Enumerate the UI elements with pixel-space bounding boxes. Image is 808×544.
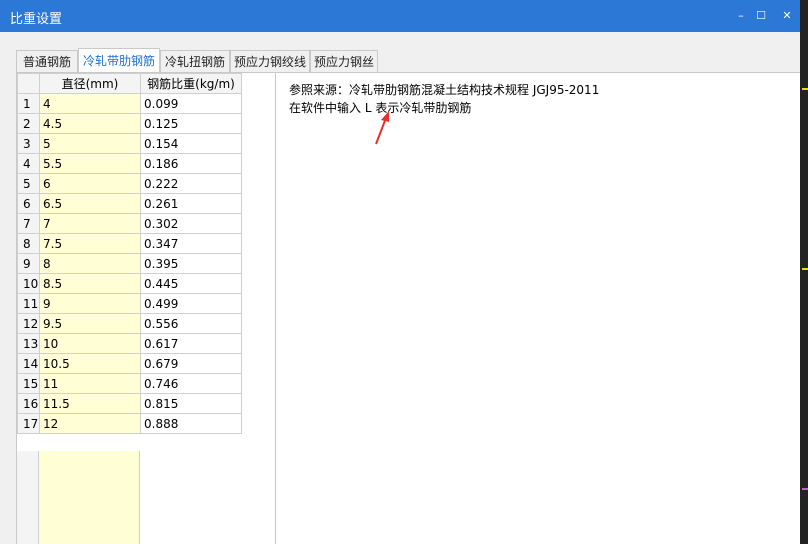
row-number-cell: 5 — [17, 173, 40, 194]
tab-prestressed-strand[interactable]: 预应力钢绞线 — [230, 50, 310, 72]
diameter-cell[interactable]: 7 — [39, 213, 141, 234]
tab-prestressed-wire[interactable]: 预应力钢丝 — [310, 50, 378, 72]
table-row[interactable]: 16 11.5 0.815 — [17, 393, 242, 414]
table-row[interactable]: 12 9.5 0.556 — [17, 313, 242, 334]
weight-cell[interactable]: 0.556 — [140, 313, 242, 334]
table-row[interactable]: 9 8 0.395 — [17, 253, 242, 274]
row-number-cell: 15 — [17, 373, 40, 394]
row-number-cell: 11 — [17, 293, 40, 314]
row-number-cell: 2 — [17, 113, 40, 134]
row-number-cell: 13 — [17, 333, 40, 354]
table-header-row: 直径(mm) 钢筋比重(kg/m) — [17, 73, 242, 94]
weight-cell[interactable]: 0.746 — [140, 373, 242, 394]
table-row[interactable]: 14 10.5 0.679 — [17, 353, 242, 374]
row-number-cell: 6 — [17, 193, 40, 214]
tab-plain-rebar[interactable]: 普通钢筋 — [16, 50, 78, 72]
minimize-button[interactable]: – — [730, 6, 752, 26]
diameter-cell[interactable]: 6 — [39, 173, 141, 194]
diameter-cell[interactable]: 7.5 — [39, 233, 141, 254]
diameter-cell[interactable]: 11 — [39, 373, 141, 394]
table-row[interactable]: 11 9 0.499 — [17, 293, 242, 314]
table-row[interactable]: 4 5.5 0.186 — [17, 153, 242, 174]
row-number-cell: 8 — [17, 233, 40, 254]
table-row[interactable]: 7 7 0.302 — [17, 213, 242, 234]
row-number-cell: 10 — [17, 273, 40, 294]
table-row[interactable]: 17 12 0.888 — [17, 413, 242, 434]
table-row[interactable]: 15 11 0.746 — [17, 373, 242, 394]
weight-cell[interactable]: 0.617 — [140, 333, 242, 354]
diameter-cell[interactable]: 10 — [39, 333, 141, 354]
table-row[interactable]: 1 4 0.099 — [17, 93, 242, 114]
diameter-cell[interactable]: 9.5 — [39, 313, 141, 334]
weight-cell[interactable]: 0.154 — [140, 133, 242, 154]
diameter-cell[interactable]: 5.5 — [39, 153, 141, 174]
weight-cell[interactable]: 0.302 — [140, 213, 242, 234]
table-row[interactable]: 8 7.5 0.347 — [17, 233, 242, 254]
table-row[interactable]: 6 6.5 0.261 — [17, 193, 242, 214]
diameter-cell[interactable]: 8 — [39, 253, 141, 274]
window-title: 比重设置 — [10, 12, 63, 27]
weight-cell[interactable]: 0.815 — [140, 393, 242, 414]
column-header-weight[interactable]: 钢筋比重(kg/m) — [140, 73, 242, 94]
row-number-cell: 4 — [17, 153, 40, 174]
tab-cold-rolled-ribbed[interactable]: 冷轧带肋钢筋 — [78, 48, 160, 73]
diameter-cell[interactable]: 5 — [39, 133, 141, 154]
weight-cell[interactable]: 0.347 — [140, 233, 242, 254]
column-header-diameter[interactable]: 直径(mm) — [39, 73, 141, 94]
row-number-cell: 3 — [17, 133, 40, 154]
maximize-button[interactable]: ☐ — [750, 6, 772, 26]
diameter-cell[interactable]: 4 — [39, 93, 141, 114]
background-mark — [802, 88, 808, 90]
tab-content: 直径(mm) 钢筋比重(kg/m) 1 4 0.099 2 4.5 0.125 3 5 0.15… — [16, 72, 800, 544]
diameter-column-filler — [39, 451, 140, 544]
table-row[interactable]: 10 8.5 0.445 — [17, 273, 242, 294]
row-number-header — [17, 73, 40, 94]
row-number-cell: 17 — [17, 413, 40, 434]
row-number-cell: 14 — [17, 353, 40, 374]
diameter-cell[interactable]: 4.5 — [39, 113, 141, 134]
table-row[interactable]: 2 4.5 0.125 — [17, 113, 242, 134]
weight-cell[interactable]: 0.099 — [140, 93, 242, 114]
weight-cell[interactable]: 0.222 — [140, 173, 242, 194]
input-hint-text: 在软件中输入 L 表示冷轧带肋钢筋 — [289, 101, 472, 115]
row-number-cell: 9 — [17, 253, 40, 274]
row-number-cell: 7 — [17, 213, 40, 234]
diameter-cell[interactable]: 6.5 — [39, 193, 141, 214]
weight-cell[interactable]: 0.261 — [140, 193, 242, 214]
tab-cold-rolled-twisted[interactable]: 冷轧扭钢筋 — [160, 50, 230, 72]
background-mark — [802, 488, 808, 490]
reference-notes: 参照来源：冷轧带肋钢筋混凝土结构技术规程 JGJ95-2011 在软件中输入 L… — [289, 81, 599, 117]
row-header-filler — [17, 451, 39, 544]
weight-cell[interactable]: 0.395 — [140, 253, 242, 274]
diameter-cell[interactable]: 9 — [39, 293, 141, 314]
close-button[interactable]: ✕ — [776, 6, 798, 26]
background-mark — [802, 268, 808, 270]
weight-cell[interactable]: 0.186 — [140, 153, 242, 174]
background-edge — [800, 0, 808, 544]
table-row[interactable]: 3 5 0.154 — [17, 133, 242, 154]
table-row[interactable]: 5 6 0.222 — [17, 173, 242, 194]
weight-cell[interactable]: 0.679 — [140, 353, 242, 374]
diameter-cell[interactable]: 8.5 — [39, 273, 141, 294]
title-bar[interactable]: 比重设置 – ☐ ✕ — [0, 0, 800, 32]
row-number-cell: 12 — [17, 313, 40, 334]
row-number-cell: 1 — [17, 93, 40, 114]
diameter-cell[interactable]: 11.5 — [39, 393, 141, 414]
annotation-arrow-icon — [375, 111, 389, 145]
weight-cell[interactable]: 0.445 — [140, 273, 242, 294]
table-row[interactable]: 13 10 0.617 — [17, 333, 242, 354]
weight-cell[interactable]: 0.125 — [140, 113, 242, 134]
weight-grid-pane: 直径(mm) 钢筋比重(kg/m) 1 4 0.099 2 4.5 0.125 3 5 0.15… — [17, 73, 276, 544]
weight-table: 直径(mm) 钢筋比重(kg/m) 1 4 0.099 2 4.5 0.125 3 5 0.15… — [17, 73, 242, 434]
diameter-cell[interactable]: 10.5 — [39, 353, 141, 374]
weight-cell[interactable]: 0.888 — [140, 413, 242, 434]
row-number-cell: 16 — [17, 393, 40, 414]
diameter-cell[interactable]: 12 — [39, 413, 141, 434]
reference-source-text: 参照来源：冷轧带肋钢筋混凝土结构技术规程 JGJ95-2011 — [289, 83, 600, 97]
weight-cell[interactable]: 0.499 — [140, 293, 242, 314]
settings-dialog: 比重设置 – ☐ ✕ 普通钢筋 冷轧带肋钢筋 冷轧扭钢筋 预应力钢绞线 预应力钢… — [0, 0, 800, 544]
